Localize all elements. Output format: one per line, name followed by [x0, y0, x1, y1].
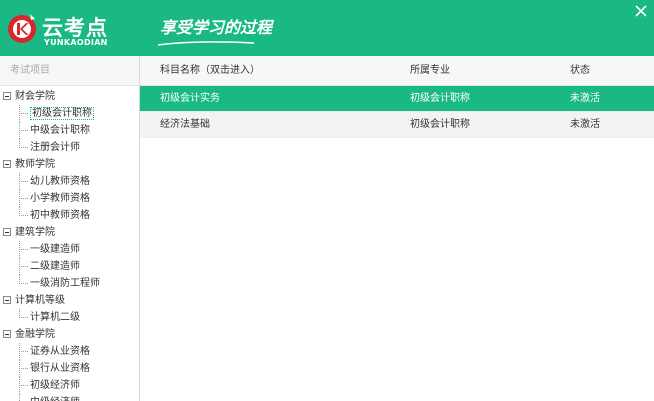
- tree-item[interactable]: 小学教师资格: [0, 190, 139, 207]
- tree-item[interactable]: 计算机二级: [0, 309, 139, 326]
- tree-item-label: 计算机二级: [30, 312, 80, 323]
- exam-sidebar: 考试项目 财会学院初级会计职称 中级会计职称 注册会计师教师学院幼儿教师资格 小学教师…: [0, 56, 140, 401]
- tree-connector: [19, 351, 28, 352]
- tree-connector: [19, 113, 28, 114]
- tree-connector: [19, 198, 28, 199]
- cell-status: 未激活: [570, 93, 600, 104]
- tree-item-label: 初中教师资格: [30, 210, 90, 221]
- tree-item[interactable]: 一级建造师: [0, 241, 139, 258]
- tree-item[interactable]: 注册会计师: [0, 139, 139, 156]
- tree-connector: [19, 266, 28, 267]
- cell-major: 初级会计职称: [410, 119, 470, 130]
- tree-item[interactable]: 初级经济师: [0, 377, 139, 394]
- column-header-major: 所属专业: [410, 65, 450, 76]
- collapse-toggle-icon[interactable]: [3, 330, 11, 338]
- tree-category[interactable]: 金融学院: [0, 326, 139, 343]
- tree-category-label: 建筑学院: [15, 227, 55, 238]
- tree-category[interactable]: 财会学院: [0, 88, 139, 105]
- tree-category[interactable]: 建筑学院: [0, 224, 139, 241]
- cell-name: 经济法基础: [160, 119, 210, 130]
- tree-item-label: 一级建造师: [30, 244, 80, 255]
- collapse-toggle-icon[interactable]: [3, 92, 11, 100]
- tree-item[interactable]: 中级经济师: [0, 394, 139, 401]
- tree-item[interactable]: 银行从业资格: [0, 360, 139, 377]
- exam-tree: 财会学院初级会计职称 中级会计职称 注册会计师教师学院幼儿教师资格 小学教师资格 初中教…: [0, 86, 139, 401]
- sidebar-title: 考试项目: [0, 56, 139, 86]
- title-bar: 云考点 YUNKAODIAN 享受学习的过程: [0, 0, 654, 56]
- tree-item-label: 初级经济师: [30, 380, 80, 391]
- cell-status: 未激活: [570, 119, 600, 130]
- tree-item[interactable]: 幼儿教师资格: [0, 173, 139, 190]
- table-row[interactable]: 初级会计实务 初级会计职称 未激活: [140, 86, 654, 112]
- tree-category-label: 金融学院: [15, 329, 55, 340]
- tree-item[interactable]: 一级消防工程师: [0, 275, 139, 292]
- tree-connector: [19, 249, 28, 250]
- column-header-name: 科目名称（双击进入）: [160, 65, 260, 76]
- tree-item[interactable]: 初级会计职称: [0, 105, 139, 122]
- tree-connector: [19, 385, 28, 386]
- tree-connector: [19, 317, 28, 318]
- tree-item[interactable]: 中级会计职称: [0, 122, 139, 139]
- tree-connector: [19, 181, 28, 182]
- tree-category-label: 财会学院: [15, 91, 55, 102]
- tree-category[interactable]: 教师学院: [0, 156, 139, 173]
- tree-item-label: 中级会计职称: [30, 125, 90, 136]
- tree-item-label: 中级经济师: [30, 397, 80, 401]
- tree-category[interactable]: 计算机等级: [0, 292, 139, 309]
- tree-category-label: 计算机等级: [15, 295, 65, 306]
- tree-item-label: 注册会计师: [30, 142, 80, 153]
- tree-item-label: 幼儿教师资格: [30, 176, 90, 187]
- tree-item-label: 证券从业资格: [30, 346, 90, 357]
- tree-item[interactable]: 初中教师资格: [0, 207, 139, 224]
- tree-connector: [19, 394, 20, 401]
- column-header-status: 状态: [570, 65, 590, 76]
- collapse-toggle-icon[interactable]: [3, 228, 11, 236]
- app-logo: 云考点 YUNKAODIAN: [4, 6, 154, 52]
- collapse-toggle-icon[interactable]: [3, 296, 11, 304]
- slogan: 享受学习的过程: [160, 18, 273, 37]
- tree-item-label: 银行从业资格: [30, 363, 90, 374]
- cell-major: 初级会计职称: [410, 93, 470, 104]
- tree-item-label: 一级消防工程师: [30, 278, 100, 289]
- table-header: 科目名称（双击进入） 所属专业 状态: [140, 56, 654, 86]
- close-icon[interactable]: [632, 2, 650, 20]
- slogan-underline: [157, 41, 255, 46]
- tree-connector: [19, 215, 28, 216]
- table-row[interactable]: 经济法基础 初级会计职称 未激活: [140, 112, 654, 138]
- logo-icon: [8, 14, 36, 43]
- tree-item[interactable]: 二级建造师: [0, 258, 139, 275]
- logo-subtext: YUNKAODIAN: [44, 38, 108, 47]
- tree-item-label: 初级会计职称: [30, 107, 94, 120]
- tree-connector: [19, 147, 28, 148]
- collapse-toggle-icon[interactable]: [3, 160, 11, 168]
- tree-connector: [19, 368, 28, 369]
- table-body: 初级会计实务 初级会计职称 未激活 经济法基础 初级会计职称 未激活: [140, 86, 654, 138]
- tree-item[interactable]: 证券从业资格: [0, 343, 139, 360]
- tree-connector: [19, 130, 28, 131]
- tree-connector: [19, 283, 28, 284]
- cell-name: 初级会计实务: [160, 93, 220, 104]
- subject-panel: 科目名称（双击进入） 所属专业 状态 初级会计实务 初级会计职称 未激活 经济法基础初…: [140, 56, 654, 401]
- tree-item-label: 小学教师资格: [30, 193, 90, 204]
- tree-category-label: 教师学院: [15, 159, 55, 170]
- tree-item-label: 二级建造师: [30, 261, 80, 272]
